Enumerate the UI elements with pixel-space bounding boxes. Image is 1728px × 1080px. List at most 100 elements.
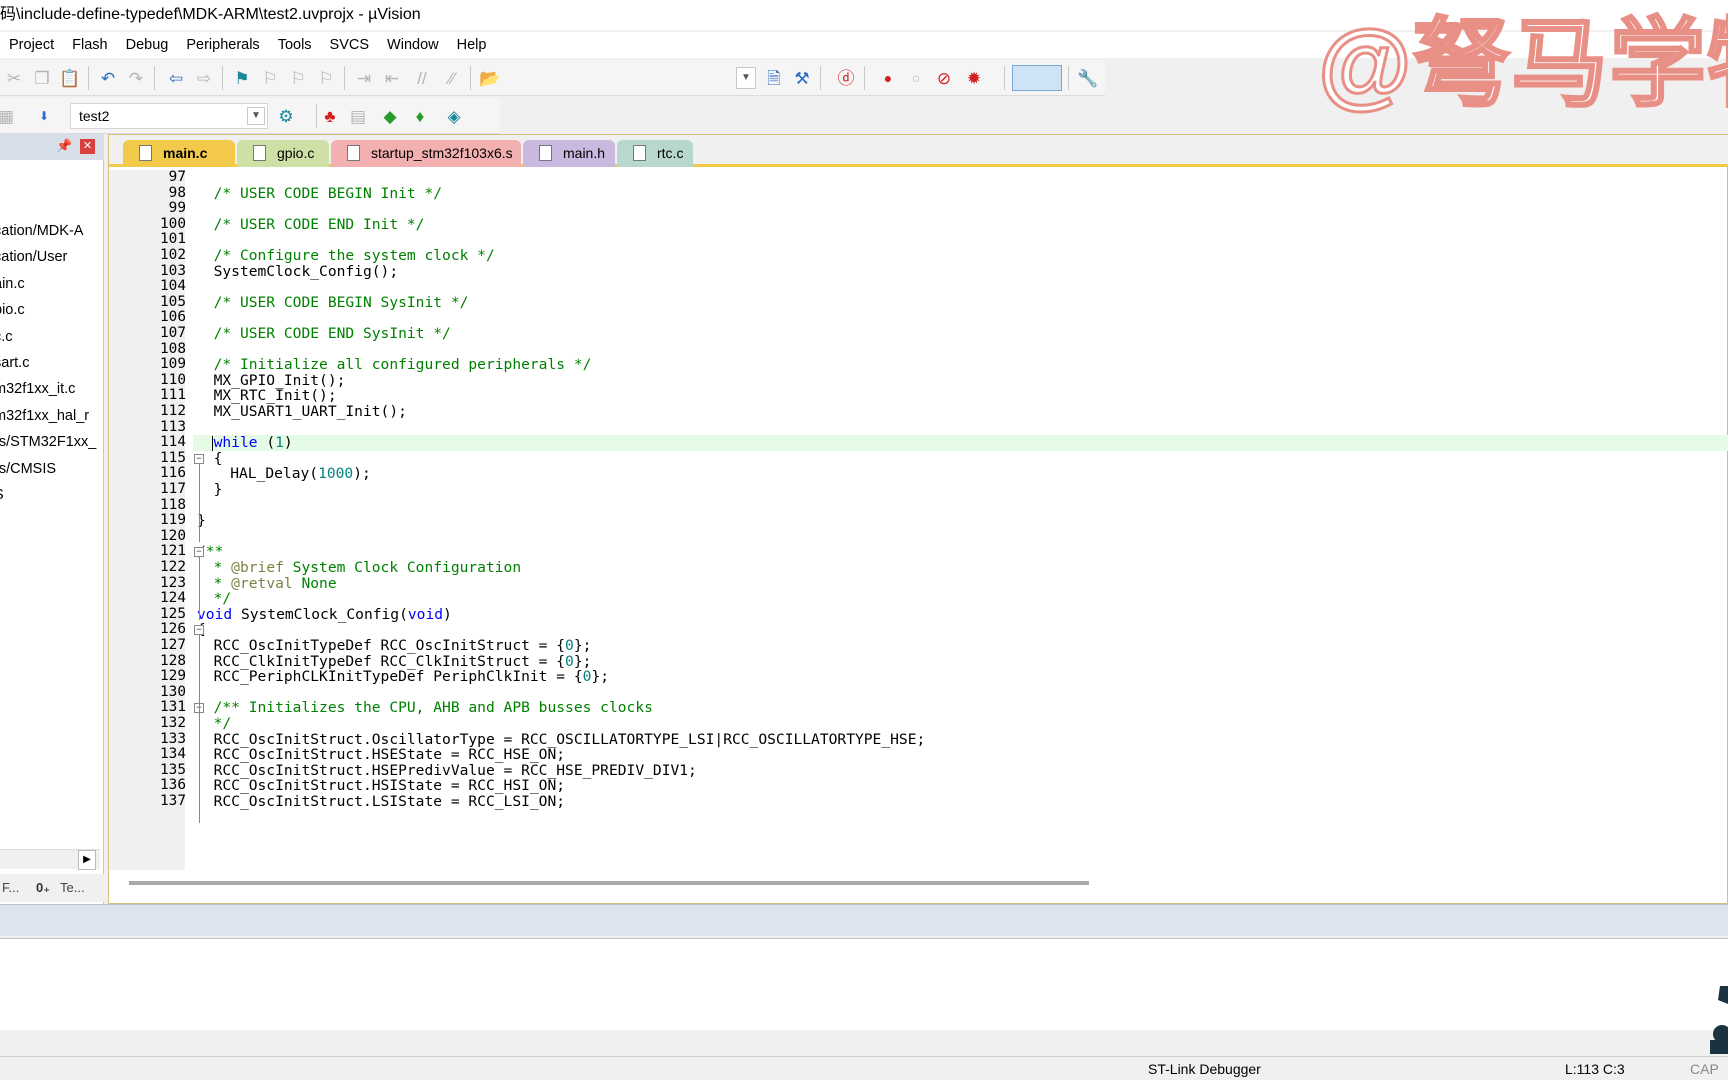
- comment-icon[interactable]: //: [410, 66, 434, 90]
- project-panel-tabs: F... 0₊ Te...: [0, 874, 104, 902]
- project-panel-hscrollbar[interactable]: ▶: [0, 849, 100, 870]
- code-token: *: [213, 559, 232, 576]
- menu-help[interactable]: Help: [448, 32, 496, 58]
- fold-toggle-icon[interactable]: −: [194, 453, 204, 464]
- bookmark-clear-icon[interactable]: ⚐: [314, 66, 338, 90]
- menu-svcs[interactable]: SVCS: [321, 32, 379, 58]
- find-icon[interactable]: 🗎: [762, 66, 786, 90]
- bookmark-next-icon[interactable]: ⚐: [286, 66, 310, 90]
- tree-item-usart-c[interactable]: sart.c: [0, 350, 100, 376]
- redo-icon[interactable]: ↷: [124, 66, 148, 90]
- select-packs-icon[interactable]: ♦: [408, 104, 432, 128]
- tree-item-rtc-c[interactable]: c.c: [0, 324, 100, 350]
- menu-project[interactable]: Project: [0, 32, 63, 58]
- fold-toggle-icon[interactable]: −: [194, 625, 204, 636]
- paste-icon[interactable]: 📋: [58, 66, 82, 90]
- breakpoint-kill-all-icon[interactable]: ✹: [962, 66, 986, 90]
- code-token: RCC_OscInitTypeDef RCC_OscInitStruct = {: [213, 637, 566, 654]
- code-line: MX_USART1_UART_Init();: [214, 404, 407, 420]
- nav-back-icon[interactable]: ⇦: [164, 66, 188, 90]
- unindent-icon[interactable]: ⇤: [380, 66, 404, 90]
- tab-main-h[interactable]: main.h: [523, 140, 615, 167]
- load-download-icon[interactable]: ⬇: [32, 104, 56, 128]
- line-number: 126: [160, 621, 186, 638]
- menu-tools[interactable]: Tools: [269, 32, 321, 58]
- code-token: }: [213, 481, 223, 498]
- window-layout-dropdown-icon[interactable]: [1012, 65, 1062, 91]
- menu-debug[interactable]: Debug: [117, 32, 178, 58]
- tree-item-it-c[interactable]: m32f1xx_it.c: [0, 376, 100, 402]
- line-number: 109: [160, 356, 186, 373]
- close-icon[interactable]: ✕: [80, 139, 95, 154]
- copy-icon[interactable]: ❐: [30, 66, 54, 90]
- scroll-right-icon[interactable]: ▶: [78, 850, 96, 870]
- incremental-find-icon[interactable]: ⚒: [790, 66, 814, 90]
- pin-icon[interactable]: 📌: [56, 138, 72, 154]
- target-options-icon[interactable]: ⚙: [274, 104, 298, 128]
- manage-project-items-icon[interactable]: ♣: [318, 104, 342, 128]
- find-in-files-icon[interactable]: 📂: [478, 66, 502, 90]
- code-line: HAL_Delay(1000);: [230, 466, 371, 482]
- menu-flash[interactable]: Flash: [63, 32, 116, 58]
- tab-startup-s[interactable]: startup_stm32f103x6.s: [331, 140, 521, 167]
- manage-rte-icon[interactable]: ◈: [442, 104, 466, 128]
- fold-toggle-icon[interactable]: −: [194, 547, 204, 558]
- tree-item-main-c[interactable]: ain.c: [0, 271, 100, 297]
- tree-item-drivers-cmsis[interactable]: rs/CMSIS: [0, 456, 100, 482]
- bookmark-toggle-icon[interactable]: ⚑: [230, 66, 254, 90]
- line-number: 122: [160, 559, 186, 575]
- rebuild-icon[interactable]: ▦: [0, 104, 18, 128]
- breakpoint-disable-all-icon[interactable]: ⊘: [932, 66, 956, 90]
- tab-main-c[interactable]: main.c: [123, 140, 235, 167]
- tree-item-group-user[interactable]: cation/User: [0, 244, 100, 270]
- line-number: 100: [160, 215, 186, 232]
- tree-item-group-mdk-arm[interactable]: cation/MDK-A: [0, 218, 100, 244]
- configure-icon[interactable]: 🔧: [1076, 66, 1100, 90]
- code-token: RCC_OscInitStruct.OscillatorType = RCC_O…: [213, 730, 926, 748]
- target-dropdown-icon[interactable]: ▼: [247, 107, 265, 125]
- watermark-text: @弩马学物: [1317, 10, 1728, 120]
- line-number: 99: [168, 200, 186, 217]
- tab-rtc-c[interactable]: rtc.c: [617, 140, 693, 167]
- menu-window[interactable]: Window: [378, 32, 448, 58]
- status-caps: CAP: [1690, 1061, 1719, 1077]
- code-line: void SystemClock_Config(void): [197, 605, 452, 623]
- tree-item-s[interactable]: S: [0, 482, 100, 508]
- indent-icon[interactable]: ⇥: [352, 66, 376, 90]
- breakpoint-insert-icon[interactable]: ●: [876, 66, 900, 90]
- code-line: RCC_OscInitStruct.HSIState = RCC_HSI_ON;: [214, 778, 565, 794]
- debug-session-icon[interactable]: ⓓ: [834, 66, 858, 90]
- code-token: SystemClock_Config(: [232, 605, 408, 623]
- pack-installer-icon[interactable]: ◆: [378, 104, 402, 128]
- line-number: 106: [160, 309, 186, 326]
- target-select[interactable]: test2 ▼: [70, 103, 268, 129]
- tree-item-gpio-c[interactable]: pio.c: [0, 297, 100, 323]
- bookmark-prev-icon[interactable]: ⚐: [258, 66, 282, 90]
- tab-functions[interactable]: F...: [2, 874, 19, 902]
- undo-icon[interactable]: ↶: [96, 66, 120, 90]
- build-output-window[interactable]: [0, 938, 1728, 1030]
- code-token: RCC_OscInitStruct.HSIState = RCC_HSI_ON;: [213, 777, 566, 795]
- editor-hscrollbar-thumb[interactable]: [129, 881, 1089, 885]
- code-token: */: [213, 715, 232, 732]
- tab-gpio-c[interactable]: gpio.c: [237, 140, 329, 167]
- line-number: 104: [160, 278, 186, 295]
- code-token: };: [591, 668, 609, 686]
- tab-label: rtc.c: [657, 145, 684, 161]
- code-token: while: [213, 434, 258, 452]
- cut-icon[interactable]: ✂: [2, 66, 26, 90]
- tab-templates[interactable]: Te...: [60, 874, 85, 902]
- breakpoint-enable-icon[interactable]: ○: [904, 66, 928, 90]
- menu-peripherals[interactable]: Peripherals: [177, 32, 268, 58]
- find-combo-dropdown-icon[interactable]: ▼: [736, 67, 756, 89]
- tree-item-hal-msp-c[interactable]: m32f1xx_hal_r: [0, 403, 100, 429]
- build-toolbar: ▦ ⬇ test2 ▼ ⚙ ♣ ▤ ◆ ♦ ◈: [0, 98, 500, 134]
- tab-label: main.h: [563, 145, 606, 161]
- code-editor: main.c gpio.c startup_stm32f103x6.s main…: [108, 134, 1728, 904]
- nav-forward-icon[interactable]: ⇨: [192, 66, 216, 90]
- tree-item-drivers-hal[interactable]: rs/STM32F1xx_: [0, 429, 100, 455]
- uncomment-icon[interactable]: ⁄⁄: [440, 66, 464, 90]
- file-extensions-icon[interactable]: ▤: [346, 104, 370, 128]
- code-text-area[interactable]: /* USER CODE BEGIN Init */ /* USER CODE E…: [109, 170, 1728, 870]
- line-number: 107: [160, 325, 186, 341]
